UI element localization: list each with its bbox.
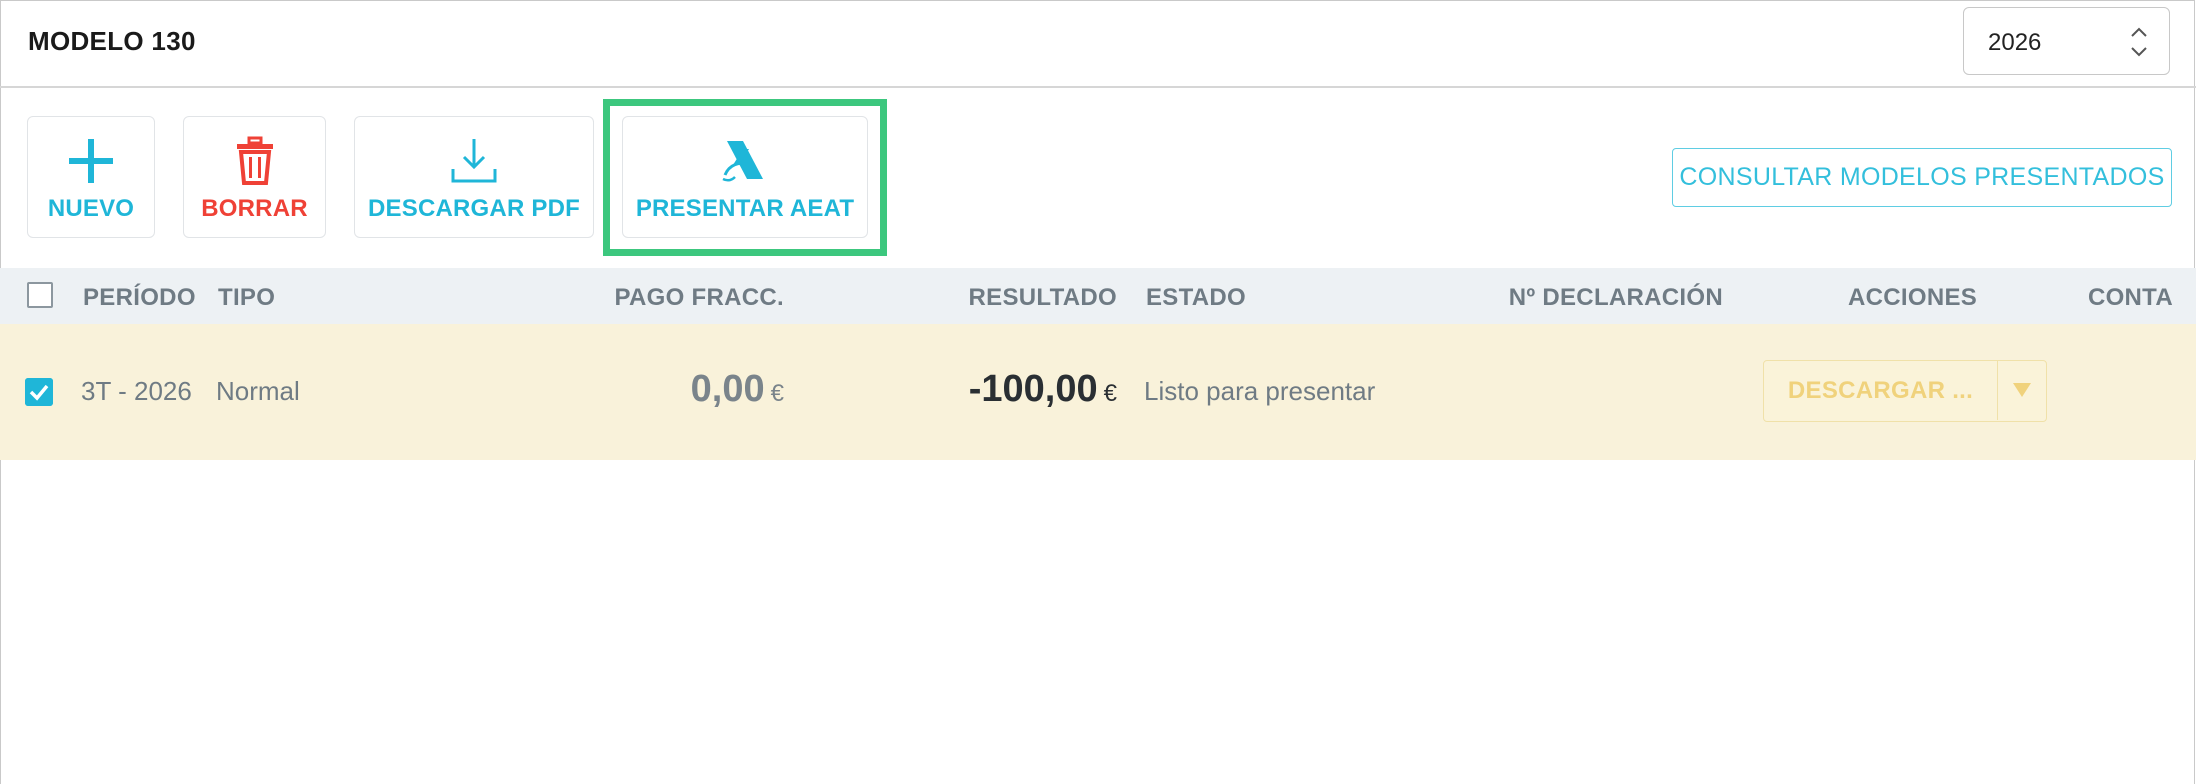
table-header: PERÍODO TIPO PAGO FRACC. RESULTADO ESTAD… (0, 268, 2196, 324)
nuevo-button-label: NUEVO (47, 195, 135, 222)
cell-tipo: Normal (216, 376, 300, 406)
column-header-pago-fracc[interactable]: PAGO FRACC. (560, 284, 784, 312)
cell-periodo: 3T - 2026 (81, 376, 192, 406)
pago-fracc-currency: € (770, 380, 784, 407)
acciones-split-button: DESCARGAR ... (1763, 360, 2047, 422)
resultado-currency: € (1103, 380, 1117, 407)
borrar-button[interactable]: BORRAR (183, 116, 326, 238)
cell-pago-fracc: 0,00 € (560, 368, 784, 411)
pago-fracc-value: 0,00 (690, 368, 765, 410)
cell-resultado: -100,00 € (880, 368, 1117, 411)
descargar-pdf-button-label: DESCARGAR PDF (368, 195, 580, 222)
nuevo-button[interactable]: NUEVO (27, 116, 155, 238)
descargar-action-button[interactable]: DESCARGAR ... (1764, 361, 1998, 420)
column-header-tipo[interactable]: TIPO (218, 284, 275, 312)
download-icon (451, 139, 497, 183)
year-select[interactable]: 2026 (1963, 7, 2170, 75)
presentar-aeat-highlight (603, 99, 887, 256)
descargar-pdf-button[interactable]: DESCARGAR PDF (354, 116, 594, 238)
column-header-conta[interactable]: CONTA (2050, 284, 2173, 312)
page-header: MODELO 130 2026 (0, 0, 2196, 88)
resultado-value: -100,00 (968, 368, 1098, 410)
column-header-estado[interactable]: ESTADO (1146, 284, 1246, 312)
trash-icon (236, 136, 273, 185)
column-header-periodo[interactable]: PERÍODO (83, 284, 196, 312)
cell-estado: Listo para presentar (1144, 376, 1376, 406)
consultar-modelos-button[interactable]: CONSULTAR MODELOS PRESENTADOS (1672, 148, 2172, 207)
borrar-button-label: BORRAR (201, 195, 308, 222)
page-title: MODELO 130 (28, 26, 196, 56)
chevron-up-down-icon (2131, 27, 2147, 57)
select-all-checkbox[interactable] (27, 282, 53, 308)
column-header-acciones: ACCIONES (1848, 284, 1978, 311)
column-header-n-declaracion[interactable]: Nº DECLARACIÓN (1420, 284, 1723, 312)
plus-icon (69, 139, 113, 183)
year-select-value: 2026 (1988, 29, 2042, 56)
table-row[interactable]: 3T - 2026 Normal 0,00 € -100,00 € Listo pa… (0, 324, 2196, 460)
caret-down-icon[interactable] (1998, 361, 2046, 420)
column-header-resultado[interactable]: RESULTADO (900, 284, 1117, 312)
row-checkbox-checked-icon[interactable] (25, 378, 53, 406)
